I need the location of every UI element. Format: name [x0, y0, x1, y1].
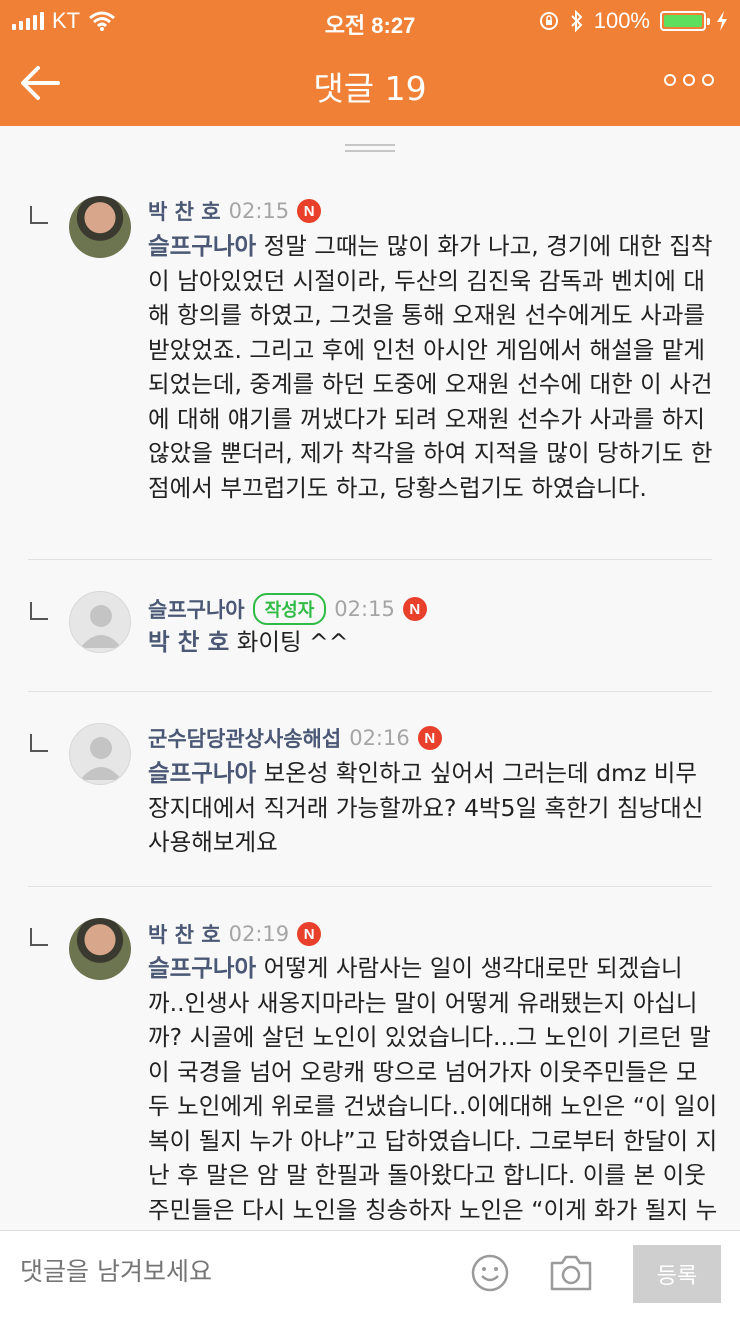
reply-indicator-icon: [30, 206, 48, 224]
default-avatar-icon: [80, 605, 122, 648]
avatar[interactable]: [69, 196, 131, 258]
orientation-lock-icon: [539, 12, 558, 30]
comment-meta: 슬프구나아 작성자 02:15 N: [148, 593, 427, 625]
comment-time: 02:15: [228, 199, 290, 223]
comment-author[interactable]: 박 찬 호: [148, 196, 221, 226]
drag-handle[interactable]: [345, 144, 395, 153]
comment-author[interactable]: 박 찬 호: [148, 919, 221, 949]
avatar[interactable]: [69, 918, 131, 980]
comment-meta: 박 찬 호 02:19 N: [148, 919, 322, 949]
more-dot: [664, 74, 676, 86]
comment-time: 02:15: [334, 597, 395, 621]
reply-indicator-icon: [30, 734, 48, 752]
more-button[interactable]: [664, 74, 714, 86]
comment-text: 정말 그때는 많이 화가 나고, 경기에 대한 집착이 남아있었던 시절이라, …: [148, 232, 713, 502]
comment-author[interactable]: 군수담당관상사송해섭: [148, 723, 341, 753]
comment-time: 02:19: [228, 922, 290, 946]
divider: [28, 691, 712, 692]
more-dot: [683, 74, 695, 86]
status-bar: KT 오전 8:27 100%: [0, 0, 740, 40]
default-avatar-icon: [80, 737, 122, 780]
comment-text: 화이팅 ^^: [229, 628, 349, 656]
mention-link[interactable]: 슬프구나아: [148, 232, 256, 260]
new-badge: N: [297, 922, 322, 946]
comment-body: 박 찬 호 화이팅 ^^: [148, 625, 718, 660]
new-badge: N: [402, 597, 427, 621]
comment-input-bar: 등록: [0, 1230, 740, 1317]
avatar[interactable]: [69, 723, 131, 785]
divider: [28, 886, 712, 887]
mention-link[interactable]: 슬프구나아: [148, 759, 256, 787]
new-badge: N: [417, 726, 442, 750]
reply-indicator-icon: [30, 602, 48, 620]
battery-percent: 100%: [593, 8, 650, 33]
emoji-icon[interactable]: [470, 1253, 510, 1293]
comment-author[interactable]: 슬프구나아: [148, 594, 245, 624]
more-dot: [702, 74, 714, 86]
comment-meta: 박 찬 호 02:15 N: [148, 196, 322, 226]
header-bar: 댓글 19: [0, 40, 740, 126]
status-right: 100%: [538, 8, 728, 34]
divider: [28, 559, 712, 560]
mention-link[interactable]: 박 찬 호: [148, 628, 229, 656]
avatar[interactable]: [69, 591, 131, 653]
author-badge: 작성자: [252, 593, 327, 625]
comment-body: 슬프구나아 정말 그때는 많이 화가 나고, 경기에 대한 집착이 남아있었던 …: [148, 229, 718, 505]
camera-icon[interactable]: [548, 1253, 594, 1293]
mention-link[interactable]: 슬프구나아: [148, 954, 256, 982]
comment-text: 어떻게 사람사는 일이 생각대로만 되겠습니까..인생사 새옹지마라는 말이 어…: [148, 954, 718, 1224]
comment-input[interactable]: [20, 1257, 440, 1286]
new-badge: N: [297, 199, 322, 223]
comment-time: 02:16: [349, 726, 410, 750]
charging-icon: [717, 11, 727, 31]
battery-icon: [660, 11, 710, 31]
submit-button[interactable]: 등록: [633, 1245, 721, 1303]
comment-body: 슬프구나아 어떻게 사람사는 일이 생각대로만 되겠습니까..인생사 새옹지마라…: [148, 951, 718, 1230]
comment-body: 슬프구나아 보온성 확인하고 싶어서 그러는데 dmz 비무장지대에서 직거래 …: [148, 756, 718, 860]
page-title: 댓글 19: [313, 69, 427, 108]
reply-indicator-icon: [30, 928, 48, 946]
bluetooth-icon: [571, 10, 583, 32]
comment-meta: 군수담당관상사송해섭 02:16 N: [148, 723, 442, 753]
